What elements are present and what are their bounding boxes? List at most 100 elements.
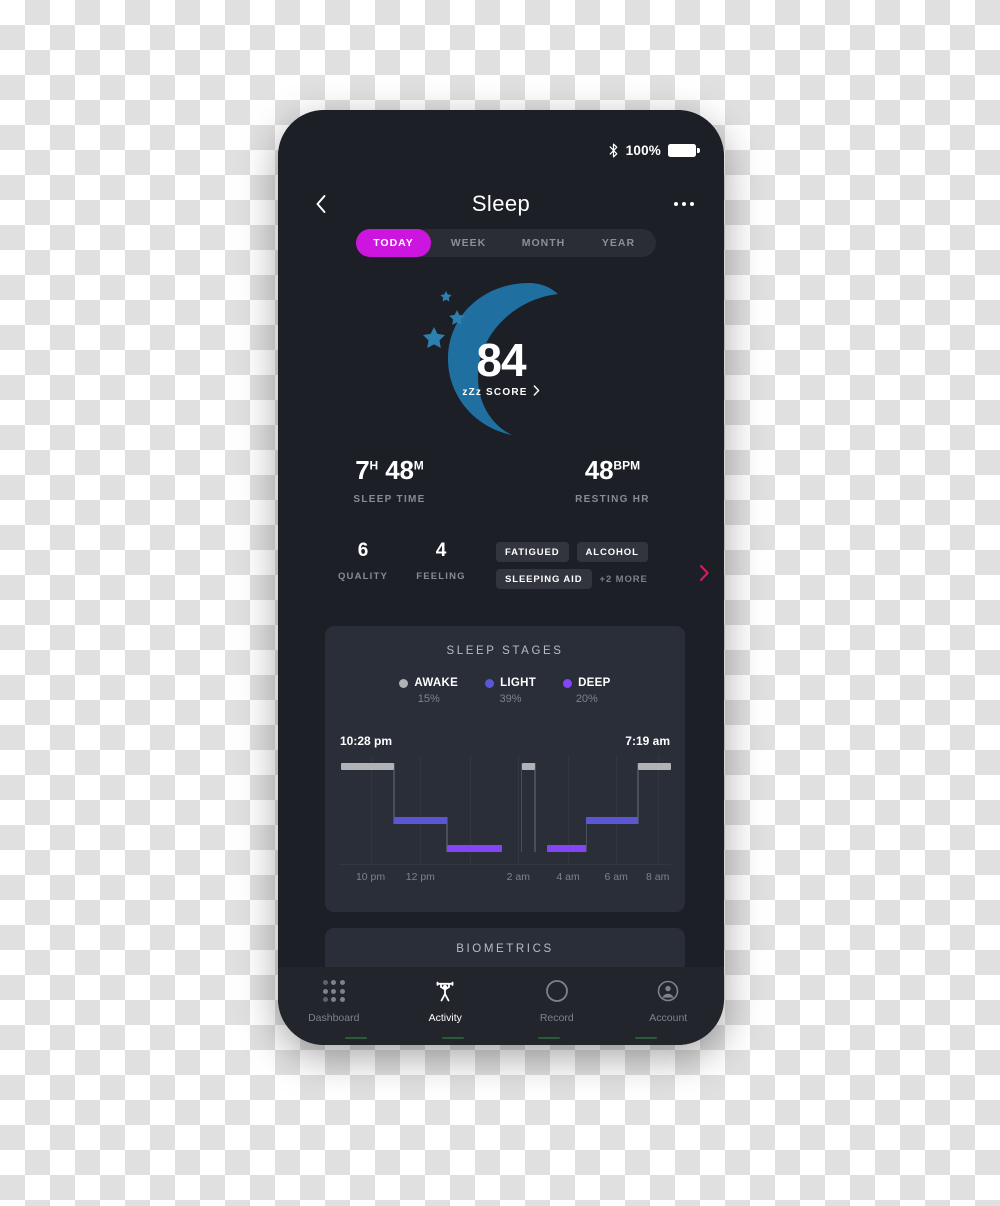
page-title: Sleep xyxy=(471,191,531,216)
hypnogram-gridline xyxy=(370,755,372,865)
secondary-stats-row[interactable]: 6 QUALITY 4 FEELING FATIGUED ALCOHOL SLE… xyxy=(278,540,724,589)
weightlifter-icon xyxy=(432,979,458,1003)
hypnogram-transition-line xyxy=(393,763,395,824)
tab-activity[interactable]: Activity xyxy=(390,979,502,1024)
hypnogram-x-label: 4 am xyxy=(556,871,580,883)
sleep-time-hours: 7 xyxy=(355,455,370,485)
bluetooth-icon xyxy=(608,143,619,158)
tab-record-label: Record xyxy=(539,1012,574,1024)
bottom-tab-bar[interactable]: Dashboard Activity Record Account xyxy=(278,967,724,1045)
nav-bar: Sleep xyxy=(278,182,724,226)
sleep-time-value: 7H 48M xyxy=(278,455,501,486)
legend-item-deep: DEEP 20% xyxy=(563,677,611,705)
chevron-right-icon[interactable] xyxy=(699,564,710,587)
user-circle-icon xyxy=(657,979,679,1003)
hypnogram-x-label: 12 pm xyxy=(405,871,435,883)
sleep-time-caption: SLEEP TIME xyxy=(353,494,426,505)
biometrics-title: BIOMETRICS xyxy=(456,943,554,955)
legend-label-light: LIGHT xyxy=(500,677,537,689)
hypnogram-gridline xyxy=(657,755,659,865)
legend-label-deep: DEEP xyxy=(578,677,611,689)
stat-sleep-time: 7H 48M SLEEP TIME xyxy=(278,455,501,505)
stat-resting-hr: 48BPM RESTING HR xyxy=(501,455,724,505)
hypnogram-start-time: 10:28 pm xyxy=(340,734,393,748)
hypnogram-gridline xyxy=(616,755,618,865)
hypnogram-x-label: 2 am xyxy=(506,871,530,883)
period-segmented-control[interactable]: TODAY WEEK MONTH YEAR xyxy=(356,229,656,257)
hypnogram-time-range: 10:28 pm 7:19 am xyxy=(339,734,671,755)
tag-more-count[interactable]: +2 MORE xyxy=(600,569,648,589)
battery-full-icon xyxy=(668,144,700,157)
tab-week[interactable]: WEEK xyxy=(431,229,506,257)
grid-dots-icon xyxy=(322,979,345,1003)
sleep-time-hours-unit: H xyxy=(369,458,379,473)
hypnogram-transition-line xyxy=(637,763,639,824)
tab-month[interactable]: MONTH xyxy=(506,229,581,257)
tab-activity-label: Activity xyxy=(428,1012,462,1024)
hypnogram-x-axis-labels: 10 pm 12 pm 2 am 4 am 6 am 8 am xyxy=(339,871,671,891)
tag-list[interactable]: FATIGUED ALCOHOL SLEEPING AID +2 MORE xyxy=(480,540,724,589)
phone-frame: 100% Sleep TODAY WEEK MONTH YEAR 84 zZz … xyxy=(278,110,724,1045)
hypnogram-x-label: 6 am xyxy=(604,871,628,883)
tab-today[interactable]: TODAY xyxy=(356,229,431,257)
legend-dot-light xyxy=(485,678,495,688)
sleep-stages-title: SLEEP STAGES xyxy=(446,645,564,657)
primary-stats-row: 7H 48M SLEEP TIME 48BPM RESTING HR xyxy=(278,455,724,505)
legend-dot-awake xyxy=(399,678,409,688)
hypnogram-segment-deep xyxy=(546,845,587,852)
hypnogram-transition-line xyxy=(520,763,523,852)
app-screen: 100% Sleep TODAY WEEK MONTH YEAR 84 zZz … xyxy=(278,110,724,1045)
legend-pct-light: 39% xyxy=(499,693,522,705)
hypnogram-transition-line xyxy=(534,763,536,852)
tab-account-label: Account xyxy=(649,1012,688,1024)
stat-feeling: 4 FEELING xyxy=(402,540,480,582)
legend-item-awake: AWAKE 15% xyxy=(399,677,458,705)
tag-sleeping-aid[interactable]: SLEEPING AID xyxy=(496,569,592,589)
hypnogram-segment-light xyxy=(393,817,447,824)
tag-alcohol[interactable]: ALCOHOL xyxy=(576,542,648,562)
hypnogram-x-label: 10 pm xyxy=(355,871,386,883)
hypnogram-end-time: 7:19 am xyxy=(625,734,670,748)
hypnogram-gridline xyxy=(420,755,422,865)
legend-item-light: LIGHT 39% xyxy=(485,677,536,705)
status-bar: 100% xyxy=(608,143,700,158)
hypnogram-gridline xyxy=(518,755,520,865)
hypnogram-segment-awake xyxy=(637,763,671,770)
hypnogram-segment-awake xyxy=(521,763,535,770)
sleep-score-label[interactable]: zZz SCORE xyxy=(278,385,724,399)
sleep-time-minutes-unit: M xyxy=(413,458,424,473)
legend-dot-deep xyxy=(563,678,573,688)
legend-pct-deep: 20% xyxy=(575,693,598,705)
feeling-value: 4 xyxy=(435,540,447,561)
home-indicator xyxy=(278,1037,724,1039)
tag-fatigued[interactable]: FATIGUED xyxy=(496,542,569,562)
resting-hr-number: 48 xyxy=(584,455,614,485)
tab-year[interactable]: YEAR xyxy=(581,229,656,257)
quality-value: 6 xyxy=(357,540,369,561)
sleep-stages-legend: AWAKE 15% LIGHT 39% DEEP 20% xyxy=(325,677,685,705)
legend-pct-awake: 15% xyxy=(417,693,440,705)
feeling-caption: FEELING xyxy=(416,571,466,582)
hypnogram-x-label: 8 am xyxy=(646,871,670,883)
tab-account[interactable]: Account xyxy=(613,979,725,1024)
quality-caption: QUALITY xyxy=(337,571,389,582)
tab-record[interactable]: Record xyxy=(501,979,613,1024)
circle-icon xyxy=(545,979,569,1003)
hypnogram-segment-light xyxy=(586,817,638,824)
hypnogram-plot-area xyxy=(339,755,671,865)
sleep-stages-card[interactable]: SLEEP STAGES AWAKE 15% LIGHT 39% DEEP 20… xyxy=(325,626,685,912)
hypnogram-segment-awake xyxy=(340,763,394,770)
stat-quality: 6 QUALITY xyxy=(324,540,402,582)
tab-dashboard-label: Dashboard xyxy=(308,1012,360,1024)
resting-hr-value: 48BPM xyxy=(501,455,724,486)
hypnogram-axis-line xyxy=(339,864,671,865)
tab-dashboard[interactable]: Dashboard xyxy=(278,979,390,1024)
sleep-time-minutes: 48 xyxy=(385,455,414,485)
hypnogram-segment-deep xyxy=(446,845,502,852)
sleep-score-widget[interactable]: 84 zZz SCORE xyxy=(278,275,724,440)
sleep-score-value: 84 xyxy=(476,334,526,386)
chevron-right-icon xyxy=(533,385,540,399)
chevron-left-icon[interactable] xyxy=(308,191,334,217)
more-horizontal-icon[interactable] xyxy=(668,191,694,217)
sleep-score-label-text: zZz SCORE xyxy=(462,386,528,398)
